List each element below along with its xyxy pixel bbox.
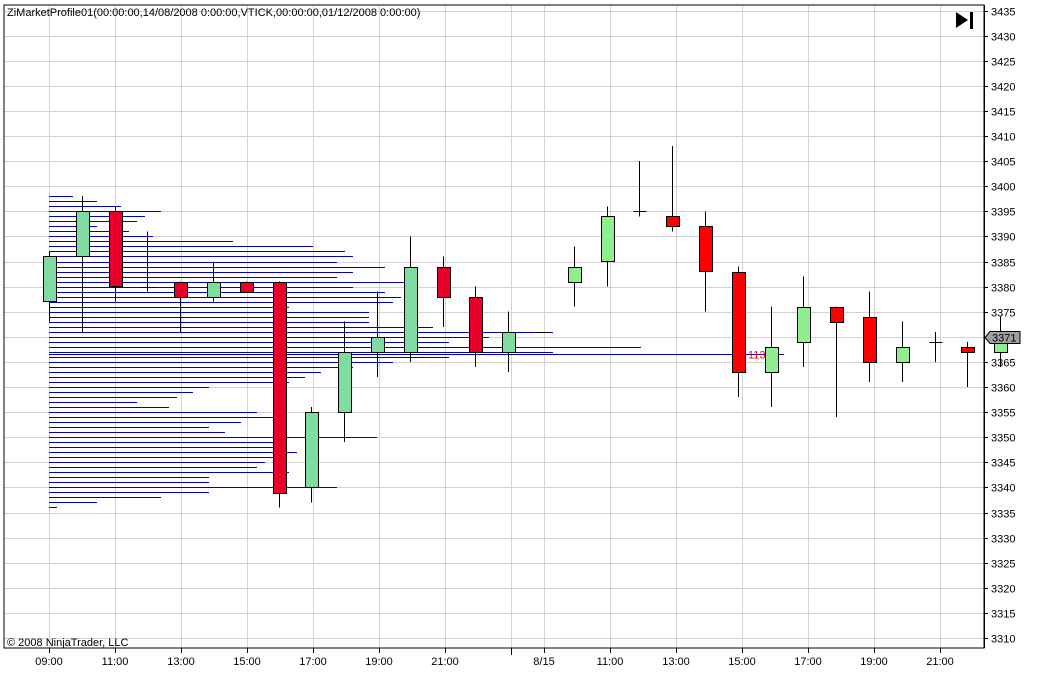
y-tick-label: 3355 [991,408,1015,420]
skip-to-end-bar [970,12,973,29]
candle-body [601,216,615,262]
candle-body [338,352,352,413]
y-tick-label: 3375 [991,308,1015,320]
candle-body [863,317,877,363]
y-tick-label: 3360 [991,383,1015,395]
candle-body [437,267,451,298]
y-tick-label: 3365 [991,358,1015,370]
candle-body [207,282,221,298]
candle-body [43,256,57,302]
y-tick-label: 3325 [991,559,1015,571]
x-tick-label: 15:00 [728,656,756,668]
candle-body [404,267,418,353]
current-price-marker: 3371 [984,331,1021,345]
candle-body [896,347,910,363]
x-tick-label: 13:00 [662,656,690,668]
y-tick-label: 3345 [991,458,1015,470]
y-tick-label: 3350 [991,433,1015,445]
y-tick-label: 3430 [991,32,1015,44]
candle-body [961,347,975,353]
x-tick-label: 19:00 [365,656,393,668]
indicator-label: ZiMarketProfile01(00:00:00,14/08/2008 0:… [7,7,420,19]
x-tick-label: 8/15 [533,656,554,668]
y-tick-label: 3310 [991,634,1015,646]
candle-body [76,211,90,257]
y-tick-label: 3425 [991,57,1015,69]
x-tick-label: 17:00 [794,656,822,668]
price-axis[interactable]: 3310 3315 3320 3325 3330 3335 3340 3345 3350 3355… [984,5,1015,648]
candle-body [469,297,483,353]
candle-body [371,337,385,353]
candle-body [830,307,844,323]
x-tick-label: 11:00 [102,656,129,668]
x-tick-label: 21:00 [431,656,459,668]
candle-body [765,347,779,373]
y-tick-label: 3410 [991,132,1015,144]
y-tick-label: 3435 [991,7,1015,19]
y-tick-label: 3385 [991,258,1015,270]
copyright-text: © 2008 NinjaTrader, LLC [7,637,128,649]
x-tick-label: 13:00 [167,656,195,668]
y-tick-label: 3335 [991,509,1015,521]
candle-body [273,282,287,494]
y-tick-label: 3390 [991,232,1015,244]
candle-body [732,272,746,373]
y-tick-label: 3340 [991,483,1015,495]
x-tick-label: 19:00 [860,656,888,668]
y-tick-label: 3415 [991,107,1015,119]
y-tick-label: 3395 [991,207,1015,219]
candle-body [699,226,713,272]
candle-body [666,216,680,227]
y-tick-label: 3380 [991,283,1015,295]
candle-body [109,211,123,287]
candle-body [568,267,582,283]
candle-body [502,332,516,353]
time-axis[interactable]: 09:00 11:00 13:00 15:00 17:00 19:00 21:00 8/15 1… [35,648,954,668]
candlesticks [43,146,1008,508]
x-tick-label: 21:00 [926,656,954,668]
y-tick-label: 3320 [991,584,1015,596]
skip-to-end-icon[interactable] [950,8,980,34]
candle-body [174,282,188,298]
x-tick-label: 15:00 [233,656,261,668]
candle-body [240,282,254,293]
y-tick-label: 3330 [991,534,1015,546]
x-tick-label: 17:00 [299,656,327,668]
candle-body [797,307,811,343]
y-tick-label: 3420 [991,82,1015,94]
chart-canvas: 1133 33103315332033253330333533403345335… [3,4,1021,668]
x-tick-label: 09:00 [35,656,63,668]
y-tick-label: 3405 [991,157,1015,169]
candle-body [305,412,319,488]
current-price-label: 3371 [992,333,1016,345]
y-tick-label: 3315 [991,609,1015,621]
y-tick-label: 3400 [991,182,1015,194]
x-tick-label: 11:00 [597,656,624,668]
